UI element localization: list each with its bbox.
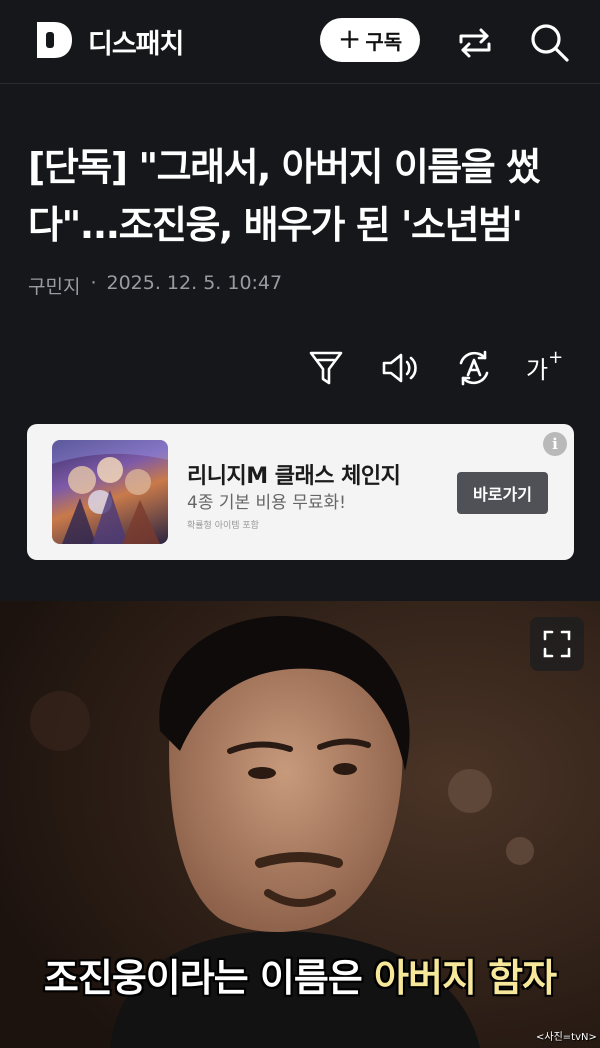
subscribe-button[interactable]: + 구독 bbox=[320, 18, 420, 62]
photo-subtitle: 조진웅이라는 이름은 아버지 함자 bbox=[0, 947, 600, 1002]
ad-title[interactable]: 리니지M 클래스 체인지 bbox=[187, 458, 401, 490]
plus-icon: + bbox=[337, 21, 362, 55]
article-photo[interactable]: 조진웅이라는 이름은 아버지 함자 <사진=tvN> bbox=[0, 601, 600, 1048]
meta-separator: · bbox=[90, 272, 97, 294]
ad-banner[interactable]: 리니지M 클래스 체인지 4종 기본 비용 무료화! 확률형 아이템 포함 바로… bbox=[27, 424, 574, 560]
article-headline: [단독] "그래서, 아버지 이름을 썼다"...조진웅, 배우가 된 '소년범… bbox=[28, 145, 541, 247]
fullscreen-button[interactable] bbox=[530, 617, 584, 671]
fullscreen-icon bbox=[543, 630, 571, 658]
filter-icon bbox=[309, 351, 343, 385]
publish-datetime: 2025. 12. 5. 10:47 bbox=[106, 272, 283, 294]
photo-credit: <사진=tvN> bbox=[536, 1032, 597, 1043]
subscribe-label: 구독 bbox=[365, 29, 403, 54]
ad-artwork-image bbox=[52, 440, 168, 544]
speaker-icon bbox=[382, 353, 417, 383]
translate-button[interactable] bbox=[454, 346, 494, 390]
font-size-button[interactable]: 가+ bbox=[526, 347, 564, 385]
font-size-plus: + bbox=[548, 347, 564, 368]
top-bar: 디스패치 + 구독 bbox=[0, 0, 600, 84]
ad-cta-button[interactable]: 바로가기 bbox=[457, 472, 548, 514]
translate-icon bbox=[459, 350, 489, 386]
font-size-label: 가 bbox=[526, 356, 549, 384]
brand-name[interactable]: 디스패치 bbox=[88, 22, 184, 61]
filter-button[interactable] bbox=[306, 346, 346, 390]
article-meta: 구민지 · 2025. 12. 5. 10:47 bbox=[28, 272, 282, 299]
subtitle-highlight: 아버지 함자 bbox=[374, 956, 557, 1000]
ad-info-icon[interactable]: i bbox=[543, 432, 567, 456]
dispatch-logo-icon[interactable] bbox=[34, 20, 74, 60]
share-icon[interactable] bbox=[455, 22, 495, 62]
search-icon[interactable] bbox=[527, 20, 571, 64]
ad-description: 4종 기본 비용 무료화! bbox=[187, 493, 346, 513]
ad-thumbnail[interactable] bbox=[52, 440, 168, 544]
subtitle-part1: 조진웅이라는 이름은 bbox=[43, 956, 363, 1000]
author-name[interactable]: 구민지 bbox=[28, 272, 80, 299]
article-toolbar: 가+ bbox=[0, 346, 600, 390]
read-aloud-button[interactable] bbox=[380, 346, 420, 390]
ad-note: 확률형 아이템 포함 bbox=[187, 521, 259, 531]
